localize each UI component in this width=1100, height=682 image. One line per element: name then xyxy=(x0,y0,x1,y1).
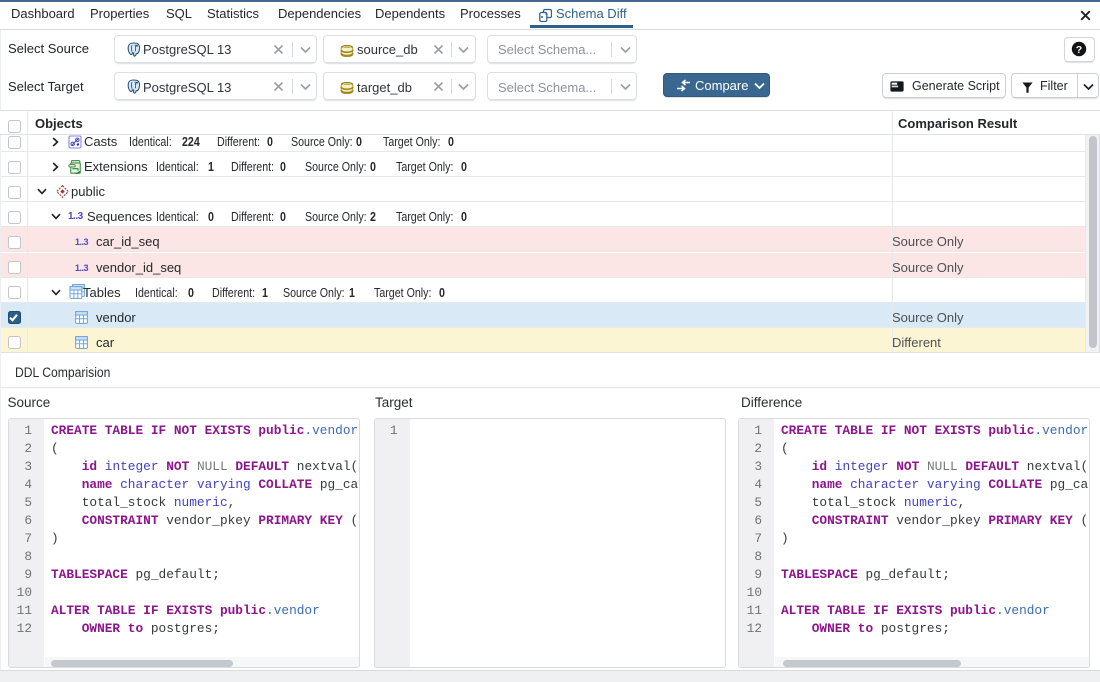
svg-text:?: ? xyxy=(1076,44,1082,56)
